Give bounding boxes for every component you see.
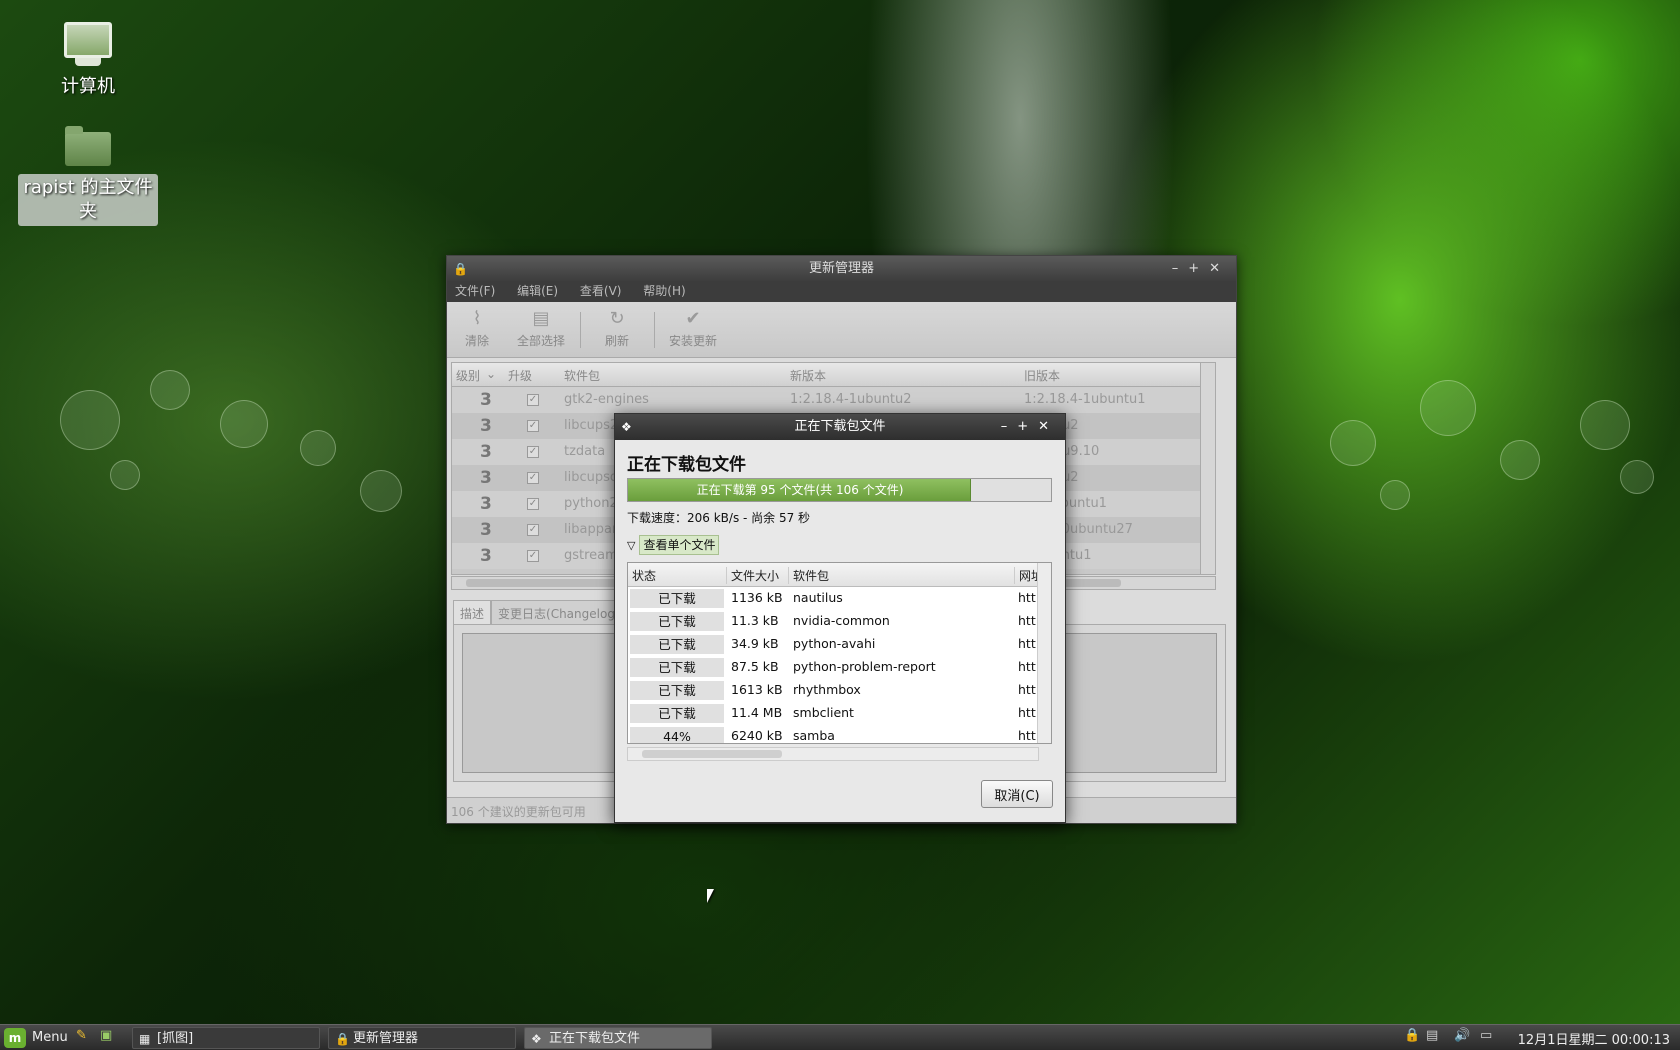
dialog-titlebar[interactable]: ❖ 正在下载包文件 –+✕ — [615, 414, 1065, 440]
upgrade-checkbox[interactable]: ✓ — [527, 550, 539, 562]
file-list-table: 状态 文件大小 软件包 网址 已下载1136 kBnautilushtt 已下载… — [627, 562, 1052, 744]
lock-icon: 🔒 — [453, 262, 468, 276]
scrollbar-thumb[interactable] — [642, 750, 782, 758]
triangle-down-icon: ▽ — [627, 539, 636, 552]
desktop-icon-computer[interactable]: 计算机 — [18, 22, 158, 98]
toolbar-separator — [654, 312, 655, 348]
column-level[interactable]: 级别 — [456, 367, 480, 384]
toolbar-separator — [580, 312, 581, 348]
install-updates-button[interactable]: ✔ 安装更新 — [669, 308, 717, 349]
table-row[interactable]: 3 ✓ gtk2-engines 1:2.18.4-1ubuntu2 1:2.18.4-… — [452, 387, 1215, 413]
download-dialog: ❖ 正在下载包文件 –+✕ 正在下载包文件 正在下载第 95 个文件(共 106… — [614, 413, 1066, 823]
task-downloading[interactable]: ❖ 正在下载包文件 — [524, 1027, 712, 1049]
lock-icon: 🔒 — [335, 1032, 350, 1046]
maximize-icon[interactable]: + — [1188, 261, 1209, 276]
list-item[interactable]: 已下载 11.3 kB nvidia-common htt — [628, 610, 1038, 633]
task-screenshot[interactable]: ▦ [抓图] — [132, 1027, 320, 1049]
menu-file[interactable]: 文件(F) — [455, 284, 495, 298]
upgrade-checkbox[interactable]: ✓ — [527, 472, 539, 484]
minimize-icon[interactable]: – — [1172, 261, 1189, 276]
volume-icon[interactable]: 🔊 — [1454, 1028, 1470, 1043]
window-titlebar[interactable]: 🔒 更新管理器 –+✕ — [447, 256, 1236, 282]
dialog-heading: 正在下载包文件 — [627, 455, 746, 475]
close-icon[interactable]: ✕ — [1038, 419, 1059, 434]
file-list-scrollbar[interactable] — [1037, 563, 1051, 743]
column-package[interactable]: 软件包 — [564, 367, 600, 384]
toolbar: ⌇ 清除 ▤ 全部选择 ↻ 刷新 ✔ 安装更新 — [447, 302, 1236, 358]
battery-icon[interactable]: ▭ — [1480, 1028, 1492, 1043]
progress-text: 正在下载第 95 个文件(共 106 个文件) — [696, 483, 904, 497]
menu-help[interactable]: 帮助(H) — [643, 284, 685, 298]
list-item[interactable]: 已下载 87.5 kB python-problem-report htt — [628, 656, 1038, 679]
computer-icon — [18, 22, 158, 66]
upgrade-checkbox[interactable]: ✓ — [527, 498, 539, 510]
checkmark-icon: ✔ — [685, 308, 701, 329]
text-editor-launcher-icon[interactable]: ✎ — [76, 1028, 87, 1043]
tab-description[interactable]: 描述 — [453, 600, 492, 626]
dialog-title: 正在下载包文件 — [794, 419, 886, 434]
menu-button[interactable]: Menu — [8, 1027, 68, 1049]
update-lock-icon[interactable]: 🔒 — [1404, 1028, 1420, 1043]
minimize-icon[interactable]: – — [1001, 419, 1018, 434]
tab-changelog[interactable]: 变更日志(Changelog) — [491, 600, 627, 626]
package-table-scrollbar[interactable] — [1200, 363, 1215, 574]
chevron-down-icon: ⌄ — [486, 367, 497, 381]
list-item[interactable]: 已下载 1136 kB nautilus htt — [628, 587, 1038, 610]
column-upgrade[interactable]: 升级 — [508, 367, 532, 384]
desktop-icon-label: rapist 的主文件夹 — [18, 174, 158, 226]
refresh-button[interactable]: ↻ 刷新 — [605, 308, 629, 349]
home-folder-icon — [18, 126, 158, 166]
column-old-version[interactable]: 旧版本 — [1024, 367, 1060, 384]
package-icon: ❖ — [621, 420, 632, 434]
close-icon[interactable]: ✕ — [1209, 261, 1230, 276]
camera-icon: ▦ — [139, 1032, 151, 1046]
dialog-controls: –+✕ — [1001, 414, 1059, 440]
download-speed: 下载速度：206 kB/s - 尚余 57 秒 — [627, 511, 811, 525]
window-controls: –+✕ — [1172, 256, 1230, 282]
cancel-button[interactable]: 取消(C) — [981, 780, 1053, 808]
list-item[interactable]: 已下载 1613 kB rhythmbox htt — [628, 679, 1038, 702]
package-table-header: 级别 ⌄ 升级 软件包 新版本 旧版本 — [452, 363, 1215, 387]
task-update-manager[interactable]: 🔒 更新管理器 — [328, 1027, 516, 1049]
upgrade-checkbox[interactable]: ✓ — [527, 446, 539, 458]
upgrade-checkbox[interactable]: ✓ — [527, 394, 539, 406]
details-tabs: 描述 变更日志(Changelog) — [453, 600, 627, 626]
document-icon: ▤ — [532, 308, 550, 329]
desktop-icon-home-folder[interactable]: rapist 的主文件夹 — [18, 126, 158, 226]
window-title: 更新管理器 — [808, 261, 874, 276]
select-all-button[interactable]: ▤ 全部选择 — [517, 308, 565, 349]
file-rows: 已下载 1136 kB nautilus htt 已下载 11.3 kB nvidia-c… — [628, 587, 1038, 743]
file-list-hscrollbar[interactable] — [627, 747, 1039, 761]
clear-button[interactable]: ⌇ 清除 — [465, 308, 489, 349]
mouse-cursor-icon — [707, 889, 714, 903]
column-new-version[interactable]: 新版本 — [790, 367, 826, 384]
show-files-expander[interactable]: ▽ 查看单个文件 — [627, 535, 720, 555]
download-progress-bar: 正在下载第 95 个文件(共 106 个文件) — [627, 478, 1052, 502]
column-url[interactable]: 网址 — [1014, 567, 1038, 584]
package-icon: ❖ — [531, 1032, 542, 1046]
list-item[interactable]: 已下载 11.4 MB smbclient htt — [628, 702, 1038, 725]
menu-view[interactable]: 查看(V) — [580, 284, 622, 298]
upgrade-checkbox[interactable]: ✓ — [527, 524, 539, 536]
column-package[interactable]: 软件包 — [788, 567, 829, 584]
column-size[interactable]: 文件大小 — [726, 567, 779, 584]
terminal-launcher-icon[interactable]: ▣ — [100, 1028, 112, 1043]
file-table-header: 状态 文件大小 软件包 网址 — [628, 563, 1051, 587]
taskbar: m Menu ✎ ▣ ▦ [抓图] 🔒 更新管理器 ❖ 正在下载包文件 🔒 ▤ … — [0, 1024, 1680, 1050]
desktop-icon-label: 计算机 — [61, 76, 115, 97]
list-item[interactable]: 44% 6240 kB samba htt — [628, 725, 1038, 743]
refresh-icon: ↻ — [609, 308, 625, 329]
broom-icon: ⌇ — [472, 308, 482, 329]
column-status[interactable]: 状态 — [628, 567, 656, 584]
clock[interactable]: 12月1日星期二 00:00:13 — [1518, 1029, 1670, 1048]
network-icon[interactable]: ▤ — [1426, 1028, 1438, 1043]
list-item[interactable]: 已下载 34.9 kB python-avahi htt — [628, 633, 1038, 656]
upgrade-checkbox[interactable]: ✓ — [527, 420, 539, 432]
menu-edit[interactable]: 编辑(E) — [517, 284, 558, 298]
menubar: 文件(F) 编辑(E) 查看(V) 帮助(H) — [447, 282, 1236, 302]
maximize-icon[interactable]: + — [1017, 419, 1038, 434]
